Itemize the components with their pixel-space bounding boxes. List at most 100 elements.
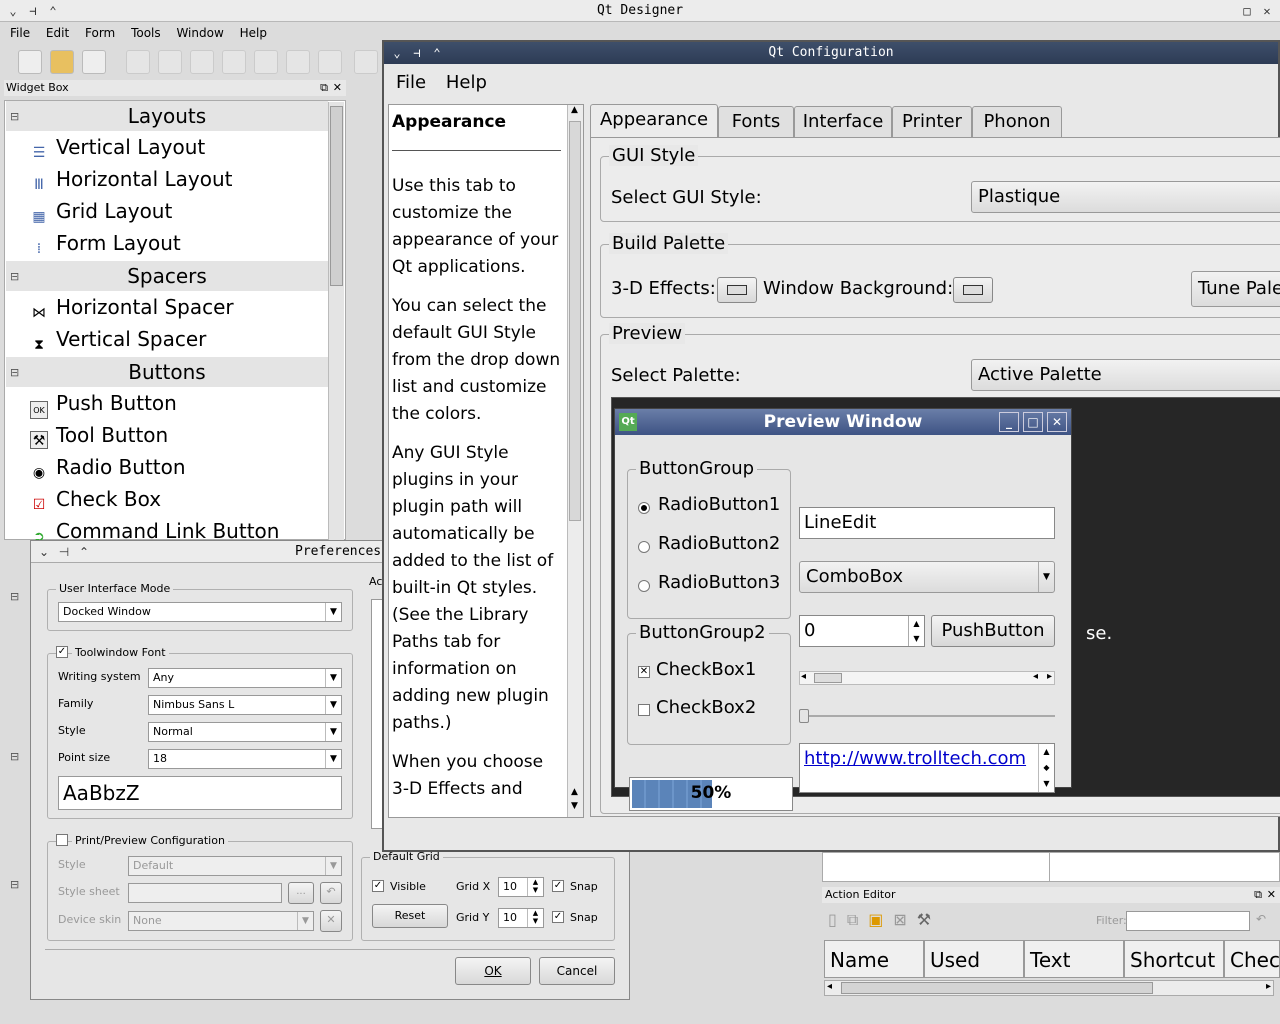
column-name[interactable]: Name <box>824 940 924 978</box>
lower-icon[interactable] <box>286 50 310 74</box>
raise-icon[interactable] <box>318 50 342 74</box>
family-combo[interactable]: Nimbus Sans L ▼ <box>148 695 342 715</box>
paste-icon[interactable]: ▣ <box>868 910 893 929</box>
scroll-arrows-icon[interactable]: ▲ ◆ ▼ <box>1038 744 1054 792</box>
widget-vertical-spacer[interactable]: ⧗ Vertical Spacer <box>30 323 206 355</box>
widget-radio-button[interactable]: ◉ Radio Button <box>30 451 186 483</box>
spin-arrows-icon[interactable]: ▲ ▼ <box>527 909 543 927</box>
radio-button-2[interactable] <box>638 541 650 553</box>
tab-interface[interactable]: Interface <box>794 106 892 138</box>
chevron-down-icon[interactable]: ⌄ <box>388 44 406 62</box>
chevron-up-icon[interactable]: ⌃ <box>428 44 446 62</box>
visible-checkbox[interactable]: ✓ <box>372 880 384 892</box>
chevron-down-icon[interactable]: ⌄ <box>4 2 22 20</box>
chevron-up-icon[interactable]: ⌃ <box>44 2 62 20</box>
tab-appearance[interactable]: Appearance <box>590 104 718 138</box>
preview-combo[interactable]: ComboBox ▼ <box>799 561 1055 593</box>
left-arrow-icon[interactable]: ◂ <box>827 981 832 992</box>
edit-widgets-icon[interactable] <box>354 50 378 74</box>
right-arrow-icon[interactable]: ▸ <box>1047 671 1052 682</box>
category-spacers[interactable]: Spacers <box>6 261 328 291</box>
snap-y-checkbox[interactable]: ✓ <box>552 911 564 923</box>
collapse-icon[interactable]: ⊟ <box>10 270 19 283</box>
left-arrow-icon[interactable]: ◂ <box>1033 671 1038 682</box>
effects-3d-color-button[interactable] <box>717 277 757 303</box>
maximize-icon[interactable]: □ <box>1238 2 1256 20</box>
chevron-up-icon[interactable]: ⌃ <box>75 543 93 561</box>
paste-icon[interactable] <box>254 50 278 74</box>
collapse-icon[interactable]: ⊟ <box>10 590 19 603</box>
column-used[interactable]: Used <box>924 940 1024 978</box>
writing-system-combo[interactable]: Any ▼ <box>148 668 342 688</box>
line-edit[interactable]: LineEdit <box>799 507 1055 539</box>
delete-icon[interactable]: ✕ <box>320 910 342 932</box>
column-shortcut[interactable]: Shortcut <box>1124 940 1224 978</box>
widget-command-link-button[interactable]: ➲ Command Link Button <box>30 515 279 541</box>
radio-button-3[interactable] <box>638 580 650 592</box>
spin-box[interactable]: 0 ▲ ▼ <box>799 615 925 647</box>
widget-grid-layout[interactable]: ▦ Grid Layout <box>30 195 172 227</box>
chevron-down-icon[interactable]: ⌄ <box>35 543 53 561</box>
widget-check-box[interactable]: ☑ Check Box <box>30 483 161 515</box>
clear-icon[interactable]: ↶ <box>1256 912 1266 926</box>
window-background-color-button[interactable] <box>953 277 993 303</box>
filter-input[interactable] <box>1126 911 1250 931</box>
column-checkable[interactable]: Chec <box>1224 940 1280 978</box>
menu-help[interactable]: Help <box>240 26 267 40</box>
pp-sheet-input[interactable] <box>128 883 282 903</box>
open-icon[interactable] <box>50 50 74 74</box>
grid-x-spinbox[interactable]: 10 ▲ ▼ <box>498 877 544 897</box>
right-arrow-icon[interactable]: ▸ <box>1266 981 1271 992</box>
spin-arrows-icon[interactable]: ▲ ▼ <box>908 616 924 646</box>
slider-groove[interactable] <box>799 709 1055 723</box>
point-size-combo[interactable]: 18 ▼ <box>148 749 342 769</box>
menu-form[interactable]: Form <box>85 26 115 40</box>
copy-icon[interactable] <box>222 50 246 74</box>
revert-icon[interactable]: ↶ <box>320 882 342 904</box>
close-icon[interactable]: ✕ <box>333 80 342 96</box>
undo-icon[interactable] <box>126 50 150 74</box>
text-browser[interactable]: http://www.trolltech.com ▲ ◆ ▼ <box>799 743 1055 793</box>
widget-box-scrollbar[interactable] <box>328 102 344 540</box>
collapse-icon[interactable]: ⊟ <box>10 110 19 123</box>
widget-push-button[interactable]: OK Push Button <box>30 387 177 419</box>
snap-x-checkbox[interactable]: ✓ <box>552 880 564 892</box>
close-icon[interactable]: ✕ <box>1258 2 1276 20</box>
menu-file[interactable]: File <box>396 72 426 93</box>
check-box-2[interactable] <box>638 704 650 716</box>
copy-icon[interactable]: ⧉ <box>847 910 868 929</box>
float-icon[interactable]: ⧉ <box>1254 887 1262 903</box>
push-button[interactable]: PushButton <box>931 615 1055 647</box>
redo-icon[interactable] <box>158 50 182 74</box>
minimize-icon[interactable]: _ <box>999 412 1019 432</box>
collapse-icon[interactable]: ⊟ <box>10 750 19 763</box>
close-icon[interactable]: ✕ <box>1047 412 1067 432</box>
save-icon[interactable] <box>82 50 106 74</box>
category-buttons[interactable]: Buttons <box>6 357 328 387</box>
gui-style-combo[interactable]: Plastique <box>971 181 1280 213</box>
tab-printer[interactable]: Printer <box>892 106 972 138</box>
float-icon[interactable]: ⧉ <box>320 80 328 96</box>
maximize-icon[interactable]: □ <box>1023 412 1043 432</box>
tab-fonts[interactable]: Fonts <box>718 106 794 138</box>
widget-horizontal-layout[interactable]: Ⅲ Horizontal Layout <box>30 163 232 195</box>
palette-combo[interactable]: Active Palette <box>971 359 1280 391</box>
pin-icon[interactable]: ⊣ <box>55 543 73 561</box>
ui-mode-combo[interactable]: Docked Window ▼ <box>58 602 342 622</box>
collapse-icon[interactable]: ⊟ <box>10 366 19 379</box>
toolwindow-font-checkbox[interactable]: ✓ <box>56 646 68 658</box>
check-box-1[interactable]: ✕ <box>638 666 650 678</box>
left-arrow-icon[interactable]: ◂ <box>801 671 806 682</box>
collapse-icon[interactable]: ⊟ <box>10 878 19 891</box>
widget-horizontal-spacer[interactable]: ⋈ Horizontal Spacer <box>30 291 234 323</box>
scrollbar-thumb[interactable] <box>814 673 842 683</box>
help-scrollbar[interactable]: ▲ ▲ ▼ <box>567 105 583 817</box>
menu-edit[interactable]: Edit <box>46 26 69 40</box>
widget-tool-button[interactable]: ⚒ Tool Button <box>30 419 168 451</box>
pin-icon[interactable]: ⊣ <box>408 44 426 62</box>
tab-phonon[interactable]: Phonon <box>972 106 1062 138</box>
scrollbar-thumb[interactable] <box>841 982 1153 994</box>
trolltech-link[interactable]: http://www.trolltech.com <box>804 748 1026 769</box>
scrollbar-thumb[interactable] <box>569 121 581 521</box>
menu-tools[interactable]: Tools <box>131 26 161 40</box>
